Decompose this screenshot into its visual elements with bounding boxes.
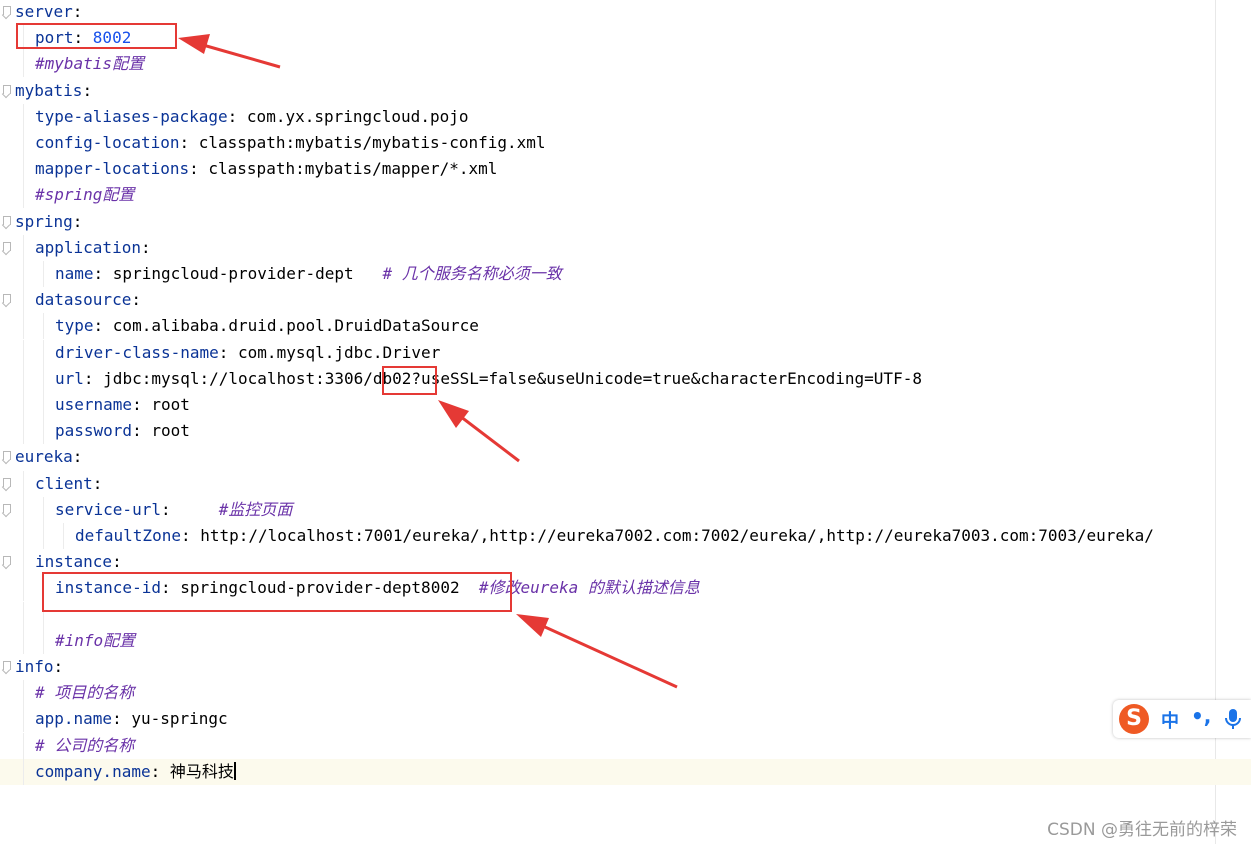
ime-toolbar[interactable]: S 中 •, <box>1113 700 1251 738</box>
ime-mode-toggle[interactable]: 中 <box>1161 707 1179 733</box>
sogou-logo-icon[interactable]: S <box>1119 704 1149 734</box>
microphone-icon[interactable] <box>1223 708 1243 730</box>
watermark: CSDN @勇往无前的梓荣 <box>1047 820 1237 840</box>
annotation-arrows <box>178 34 678 689</box>
ime-punctuation-toggle[interactable]: •, <box>1191 704 1211 728</box>
code-editor[interactable]: server: port: 8002 #mybatis配置 mybatis: type-… <box>0 0 1251 844</box>
